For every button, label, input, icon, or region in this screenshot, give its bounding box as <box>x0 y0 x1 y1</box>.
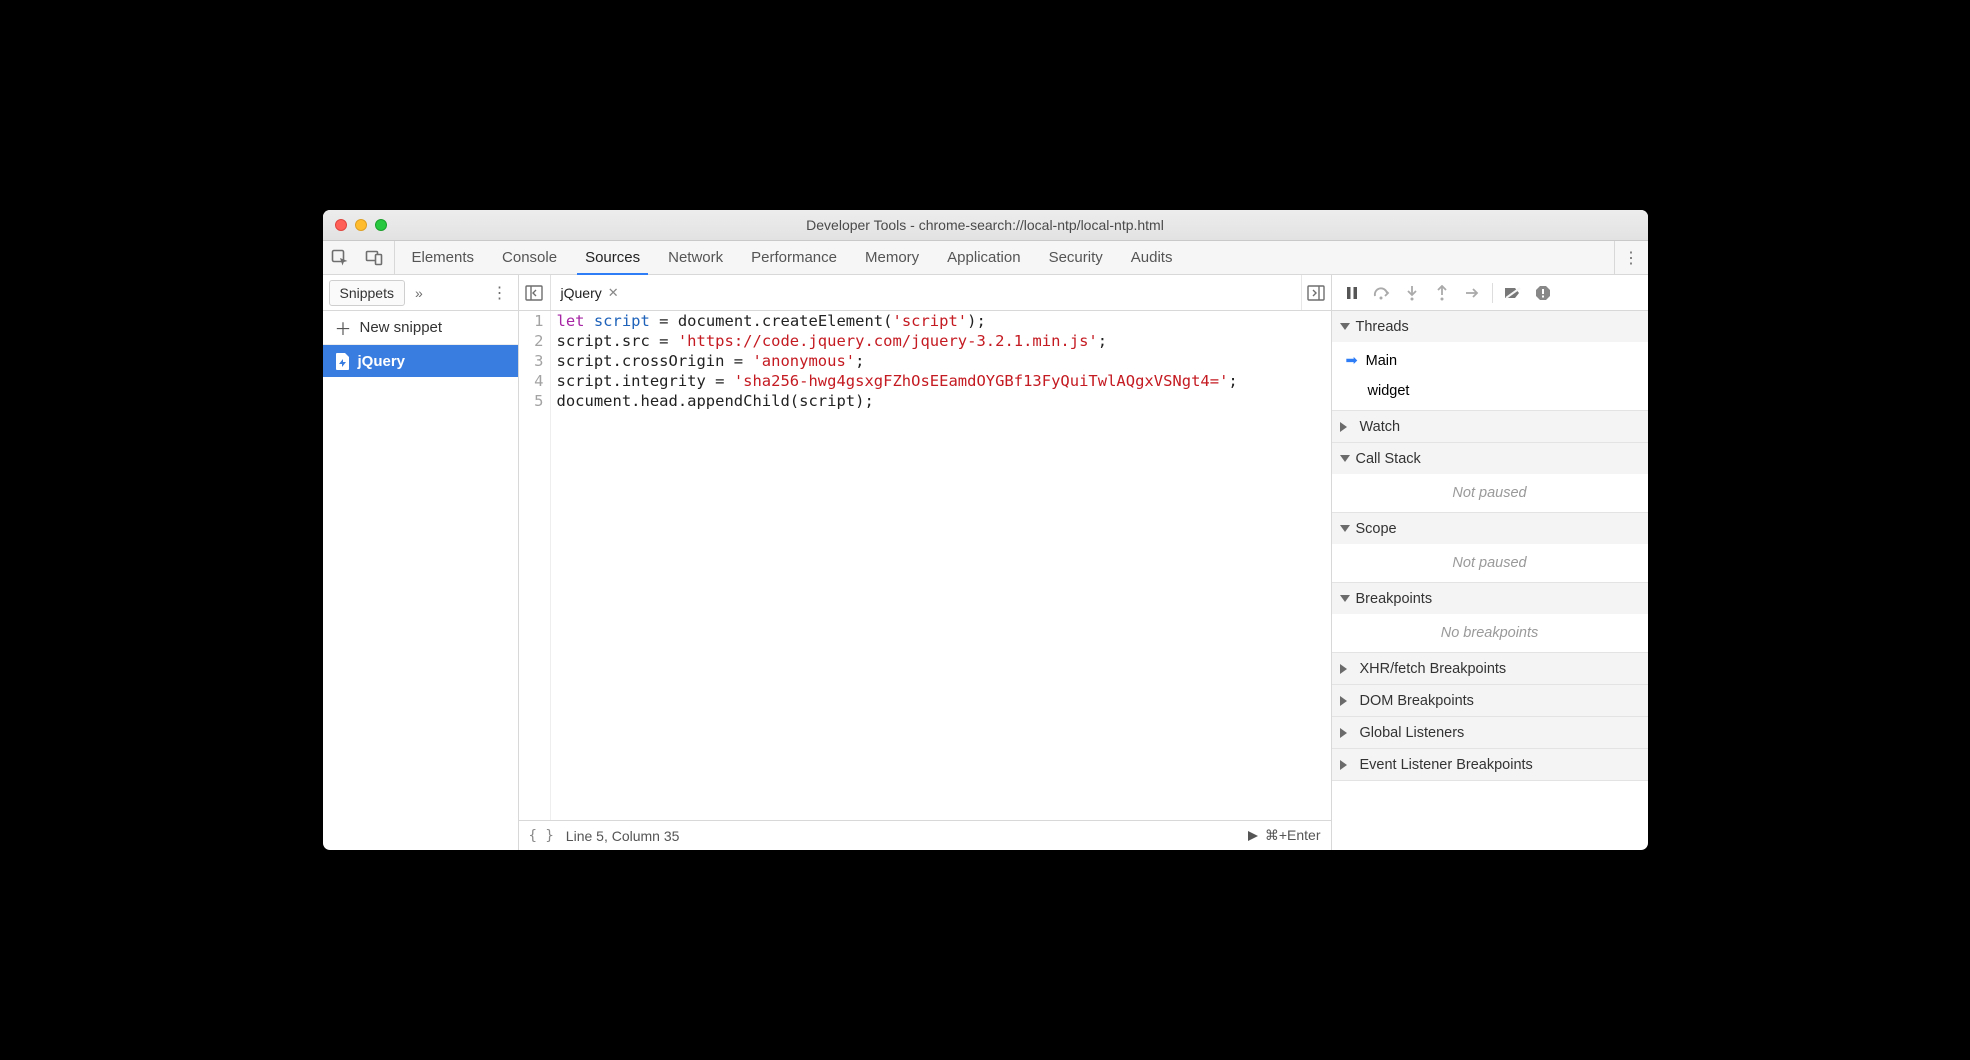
pause-resume-icon[interactable] <box>1340 281 1364 305</box>
thread-item-widget[interactable]: widget <box>1332 376 1648 406</box>
main-tabbar: Elements Console Sources Network Perform… <box>323 241 1648 275</box>
run-snippet-button[interactable]: ⌘+Enter <box>1247 827 1321 844</box>
new-snippet-label: New snippet <box>360 319 443 336</box>
tab-security[interactable]: Security <box>1035 241 1117 274</box>
chevron-down-icon <box>1340 323 1350 330</box>
new-snippet-button[interactable]: ＋ New snippet <box>323 311 518 345</box>
section-scope: Scope Not paused <box>1332 513 1648 583</box>
navigator-tab-snippets[interactable]: Snippets <box>329 280 405 306</box>
main-tabs: Elements Console Sources Network Perform… <box>398 241 1187 274</box>
inspect-element-icon[interactable] <box>323 241 357 274</box>
section-header-watch[interactable]: Watch <box>1332 411 1648 442</box>
chevron-right-icon <box>1340 696 1352 706</box>
editor-tab-jquery[interactable]: jQuery ✕ <box>551 275 627 310</box>
cursor-position: Line 5, Column 35 <box>566 828 680 844</box>
scope-placeholder: Not paused <box>1332 548 1648 578</box>
more-options-icon[interactable]: ⋮ <box>1614 241 1648 274</box>
step-out-icon[interactable] <box>1430 281 1454 305</box>
tab-network[interactable]: Network <box>654 241 737 274</box>
run-hint-label: ⌘+Enter <box>1265 827 1321 844</box>
section-event-listener-breakpoints: Event Listener Breakpoints <box>1332 749 1648 781</box>
section-threads: Threads ➡ Main widget <box>1332 311 1648 411</box>
section-header-dom[interactable]: DOM Breakpoints <box>1332 685 1648 716</box>
plus-icon: ＋ <box>335 315 352 340</box>
step-over-icon[interactable] <box>1370 281 1394 305</box>
toggle-device-toolbar-icon[interactable] <box>357 241 391 274</box>
navigator-options-icon[interactable]: ⋮ <box>482 283 518 303</box>
deactivate-breakpoints-icon[interactable] <box>1501 281 1525 305</box>
more-navigator-tabs-icon[interactable]: » <box>405 285 433 301</box>
snippet-item-label: jQuery <box>358 353 406 370</box>
snippet-file-icon <box>335 353 350 370</box>
snippet-file-list: jQuery <box>323 345 518 850</box>
code-editor[interactable]: 1 2 3 4 5 let script = document.createEl… <box>519 311 1331 820</box>
tab-console[interactable]: Console <box>488 241 571 274</box>
play-icon <box>1247 830 1259 842</box>
close-window-button[interactable] <box>335 219 347 231</box>
navigator-pane: Snippets » ⋮ ＋ New snippet jQuery <box>323 275 519 850</box>
chevron-right-icon <box>1340 422 1352 432</box>
tab-elements[interactable]: Elements <box>398 241 489 274</box>
section-header-global[interactable]: Global Listeners <box>1332 717 1648 748</box>
editor-statusbar: { } Line 5, Column 35 ⌘+Enter <box>519 820 1331 850</box>
step-into-icon[interactable] <box>1400 281 1424 305</box>
section-callstack: Call Stack Not paused <box>1332 443 1648 513</box>
tab-audits[interactable]: Audits <box>1117 241 1187 274</box>
code-content: let script = document.createElement('scr… <box>551 311 1244 820</box>
current-thread-icon: ➡ <box>1346 353 1358 369</box>
breakpoints-placeholder: No breakpoints <box>1332 618 1648 648</box>
section-dom-breakpoints: DOM Breakpoints <box>1332 685 1648 717</box>
section-breakpoints: Breakpoints No breakpoints <box>1332 583 1648 653</box>
window-controls <box>323 219 387 231</box>
tab-memory[interactable]: Memory <box>851 241 933 274</box>
section-xhr-breakpoints: XHR/fetch Breakpoints <box>1332 653 1648 685</box>
thread-item-main[interactable]: ➡ Main <box>1332 346 1648 376</box>
section-watch: Watch <box>1332 411 1648 443</box>
section-header-threads[interactable]: Threads <box>1332 311 1648 342</box>
line-gutter: 1 2 3 4 5 <box>519 311 551 820</box>
section-header-breakpoints[interactable]: Breakpoints <box>1332 583 1648 614</box>
tab-sources[interactable]: Sources <box>571 241 654 274</box>
navigator-tabs-row: Snippets » ⋮ <box>323 275 518 311</box>
section-header-xhr[interactable]: XHR/fetch Breakpoints <box>1332 653 1648 684</box>
close-tab-icon[interactable]: ✕ <box>608 285 619 301</box>
minimize-window-button[interactable] <box>355 219 367 231</box>
pause-on-exceptions-icon[interactable] <box>1531 281 1555 305</box>
chevron-down-icon <box>1340 455 1350 462</box>
section-header-callstack[interactable]: Call Stack <box>1332 443 1648 474</box>
editor-pane: jQuery ✕ 1 2 3 4 5 <box>519 275 1331 850</box>
toggle-navigator-icon[interactable] <box>519 275 551 310</box>
step-icon[interactable] <box>1460 281 1484 305</box>
section-global-listeners: Global Listeners <box>1332 717 1648 749</box>
panels-body: Snippets » ⋮ ＋ New snippet jQuery <box>323 275 1648 850</box>
pretty-print-icon[interactable]: { } <box>529 828 554 844</box>
section-header-events[interactable]: Event Listener Breakpoints <box>1332 749 1648 780</box>
tab-performance[interactable]: Performance <box>737 241 851 274</box>
section-header-scope[interactable]: Scope <box>1332 513 1648 544</box>
toggle-debugger-icon[interactable] <box>1301 275 1331 310</box>
debugger-pane: Threads ➡ Main widget Watch <box>1331 275 1648 850</box>
tab-application[interactable]: Application <box>933 241 1034 274</box>
editor-tabs-row: jQuery ✕ <box>519 275 1331 311</box>
editor-tab-label: jQuery <box>561 285 602 301</box>
chevron-down-icon <box>1340 595 1350 602</box>
callstack-placeholder: Not paused <box>1332 478 1648 508</box>
titlebar: Developer Tools - chrome-search://local-… <box>323 210 1648 241</box>
divider <box>394 241 395 274</box>
chevron-right-icon <box>1340 664 1352 674</box>
debugger-toolbar <box>1332 275 1648 311</box>
window-title: Developer Tools - chrome-search://local-… <box>323 217 1648 233</box>
snippet-item-jquery[interactable]: jQuery <box>323 345 518 377</box>
devtools-window: Developer Tools - chrome-search://local-… <box>323 210 1648 850</box>
chevron-right-icon <box>1340 760 1352 770</box>
zoom-window-button[interactable] <box>375 219 387 231</box>
chevron-down-icon <box>1340 525 1350 532</box>
chevron-right-icon <box>1340 728 1352 738</box>
